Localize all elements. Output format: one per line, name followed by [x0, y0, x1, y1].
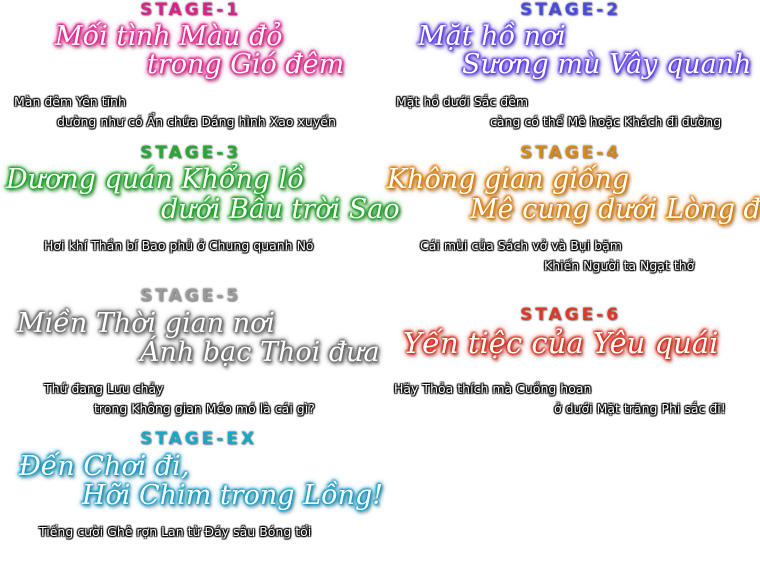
stage-6-desc-line-2: ở dưới Mặt trăng Phi sắc đi!: [554, 401, 726, 416]
stage-5-tag: STAGE-5: [140, 286, 242, 306]
stage-1-tag: STAGE-1: [140, 0, 242, 20]
stage-ex-tag: STAGE-EX: [140, 429, 258, 449]
stage-3-title-line-2: dưới Bầu trời Sao: [161, 194, 400, 225]
stage-5-desc-line-1: Thứ đang Lưu chảy: [44, 381, 164, 396]
stage-3-title-line-1: Dương quán Khổng lồ: [6, 164, 304, 195]
stage-2-title-line-2: Sương mù Vây quanh: [462, 49, 752, 80]
stage-3-desc-line-1: Hơi khí Thần bí Bao phủ ở Chung quanh Nó: [44, 238, 314, 253]
stage-2-tag: STAGE-2: [520, 0, 622, 20]
stage-4-title-line-1: Không gian giống: [387, 164, 630, 195]
stage-5-desc-line-2: trong Không gian Méo mó là cái gì?: [94, 401, 315, 416]
stage-4-tag: STAGE-4: [520, 143, 622, 163]
stage-4-desc-line-2: Khiến Người ta Ngạt thở: [544, 258, 695, 273]
stage-2-title-line-1: Mặt hồ nơi: [418, 21, 566, 52]
stage-1-desc-line-2: dường như có Ẩn chứa Dáng hình Xao xuyến: [57, 114, 336, 129]
stage-4-desc-line-1: Cái mùi của Sách vở và Bụi bặm: [420, 238, 622, 253]
stage-6-tag: STAGE-6: [520, 305, 622, 325]
stage-5-title-line-2: Ánh bạc Thoi đưa: [140, 337, 380, 368]
stage-1-desc-line-1: Màn đêm Yên tĩnh: [14, 94, 126, 109]
stage-ex-title-line-2: Hỡi Chim trong Lồng!: [82, 480, 384, 511]
stage-5-title-line-1: Miền Thời gian nơi: [17, 308, 276, 339]
stage-ex-title-line-1: Đến Chơi đi,: [19, 451, 190, 482]
stage-1-title-line-2: trong Gió đêm: [147, 49, 345, 80]
stage-ex-desc-line-1: Tiếng cười Ghê rợn Lan từ Đáy sâu Bóng t…: [39, 524, 312, 539]
stage-6-title-line-1: Yến tiệc của Yêu quái: [403, 326, 719, 360]
stage-6-desc-line-1: Hãy Thỏa thích mà Cuồng hoan: [394, 381, 592, 396]
stage-2-desc-line-1: Mặt hồ dưới Sắc đêm: [396, 94, 529, 109]
stage-3-tag: STAGE-3: [140, 143, 242, 163]
stage-4-title-line-2: Mê cung dưới Lòng đất: [470, 194, 760, 225]
stage-1-title-line-1: Mối tình Màu đỏ: [55, 21, 283, 52]
stage-2-desc-line-2: càng có thể Mê hoặc Khách đi đường: [490, 114, 722, 129]
